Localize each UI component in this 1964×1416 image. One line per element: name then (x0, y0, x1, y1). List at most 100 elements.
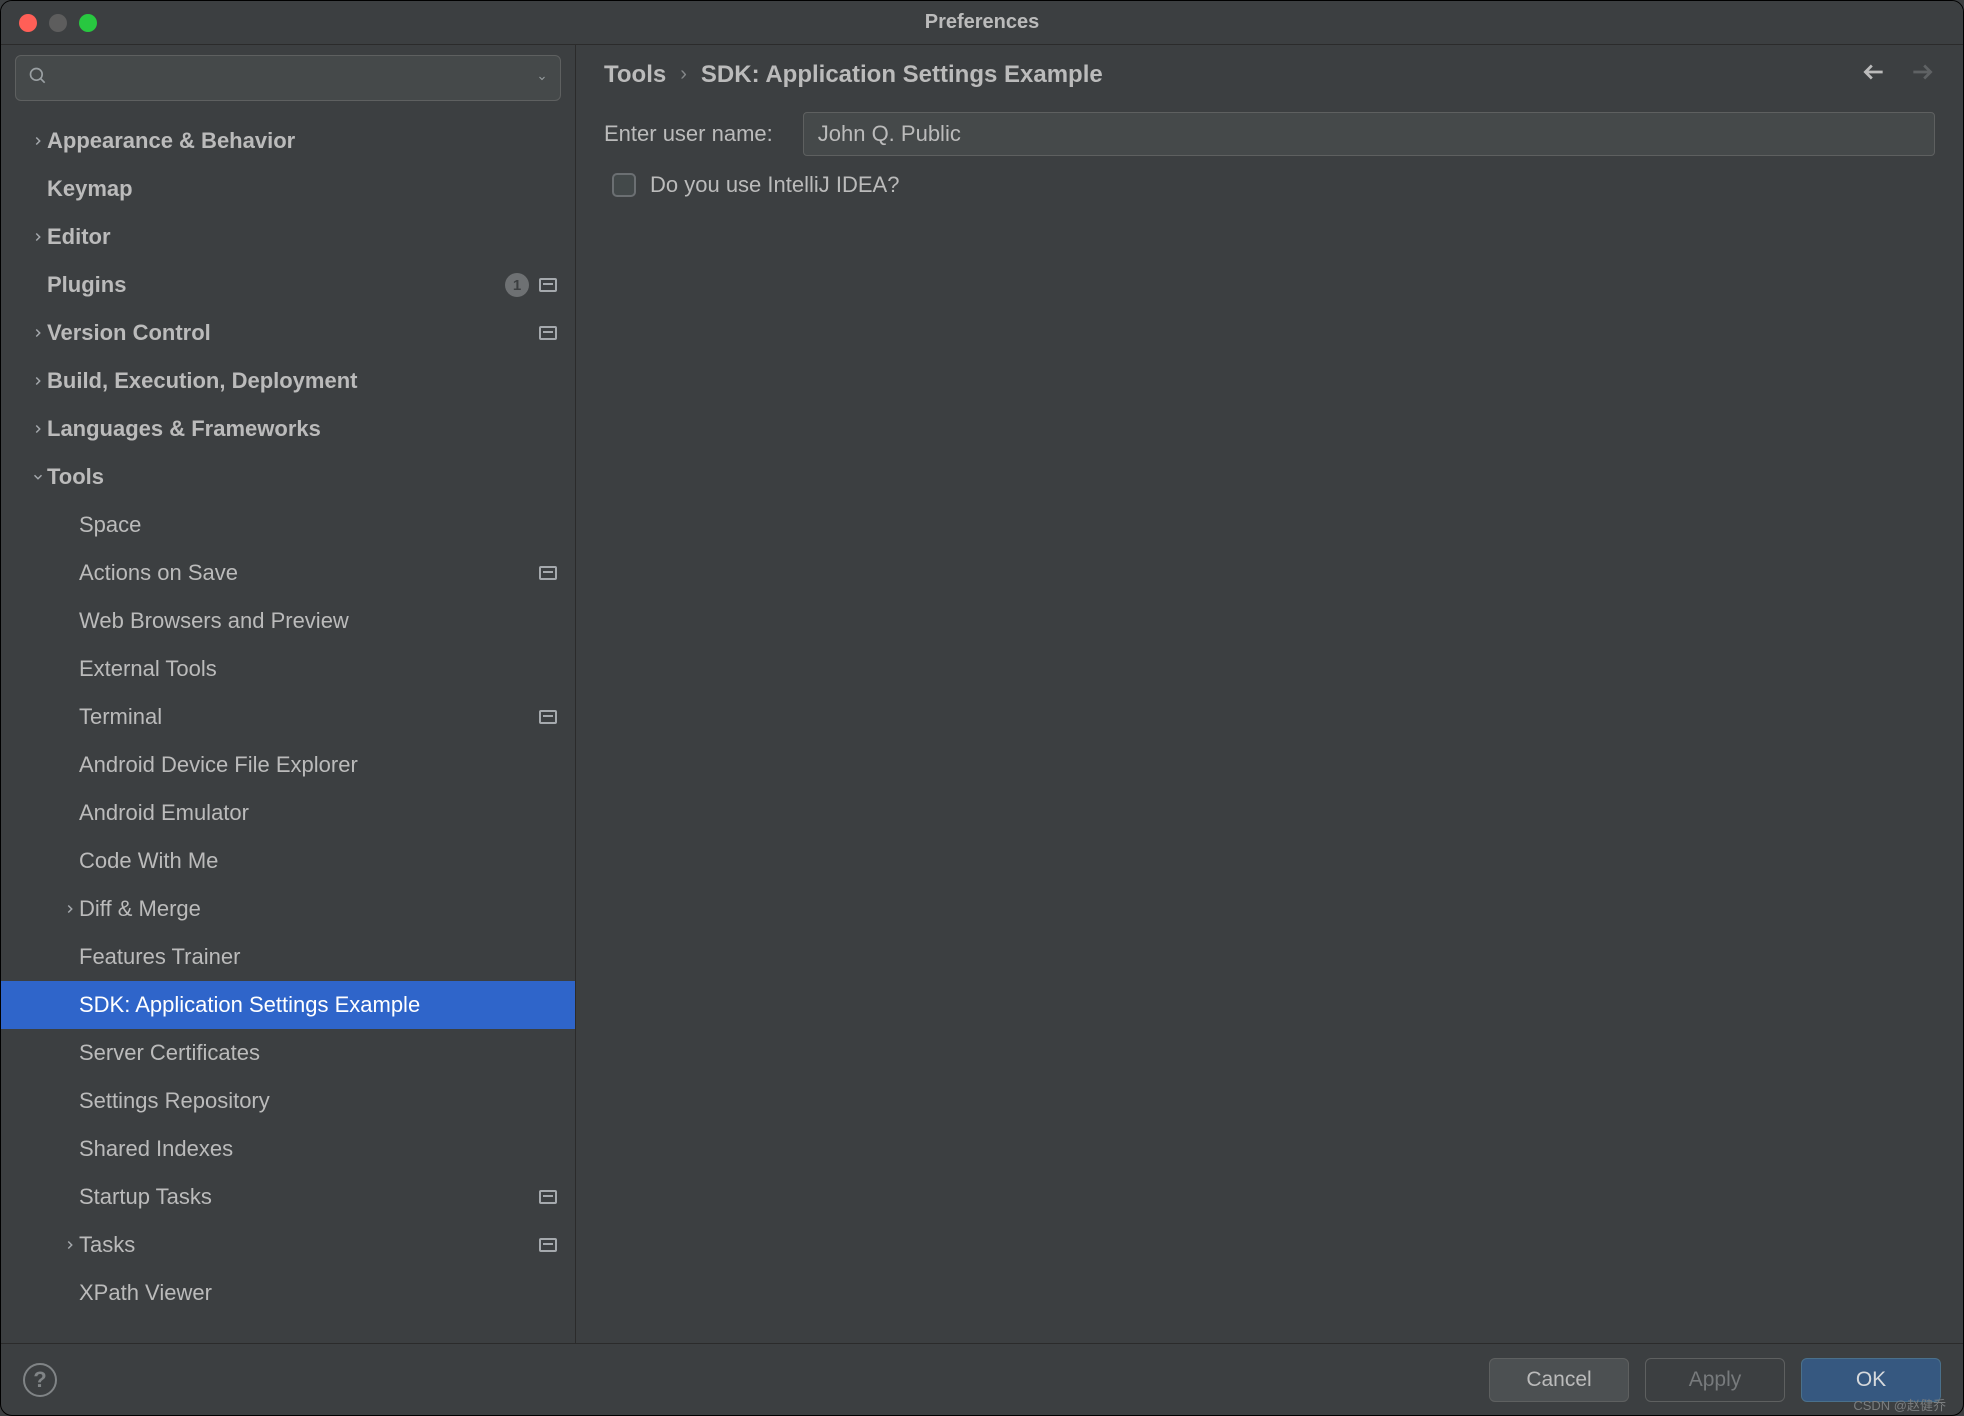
cancel-button[interactable]: Cancel (1489, 1358, 1629, 1402)
close-window-button[interactable] (19, 14, 37, 32)
chevron-down-icon[interactable] (29, 468, 47, 486)
maximize-window-button[interactable] (79, 14, 97, 32)
chevron-placeholder (61, 564, 79, 582)
count-badge: 1 (505, 273, 529, 297)
sidebar-item[interactable]: Languages & Frameworks (1, 405, 575, 453)
sidebar-item[interactable]: Build, Execution, Deployment (1, 357, 575, 405)
sidebar-item-label: Settings Repository (79, 1088, 557, 1114)
breadcrumb-leaf: SDK: Application Settings Example (701, 61, 1103, 89)
chevron-placeholder (61, 804, 79, 822)
chevron-placeholder (61, 852, 79, 870)
footer: ? Cancel Apply OK (1, 1343, 1963, 1415)
chevron-right-icon[interactable] (29, 324, 47, 342)
sidebar-item-label: Android Emulator (79, 800, 557, 826)
search-icon (28, 66, 48, 91)
window-title: Preferences (925, 11, 1040, 34)
sidebar-item-label: Features Trainer (79, 944, 557, 970)
sidebar-item[interactable]: Code With Me (1, 837, 575, 885)
chevron-placeholder (61, 708, 79, 726)
breadcrumb-root[interactable]: Tools (604, 61, 666, 89)
traffic-lights (1, 14, 97, 32)
chevron-placeholder (61, 516, 79, 534)
nav-back-button[interactable] (1861, 59, 1887, 90)
sidebar-item[interactable]: Server Certificates (1, 1029, 575, 1077)
sidebar-item-label: Appearance & Behavior (47, 128, 557, 154)
sidebar-item-label: Diff & Merge (79, 896, 557, 922)
sidebar-item[interactable]: Tools (1, 453, 575, 501)
chevron-placeholder (29, 276, 47, 294)
chevron-placeholder (61, 948, 79, 966)
sidebar-item[interactable]: Android Device File Explorer (1, 741, 575, 789)
chevron-right-icon[interactable] (29, 228, 47, 246)
sidebar-item[interactable]: XPath Viewer (1, 1269, 575, 1317)
chevron-right-icon[interactable] (29, 132, 47, 150)
project-scope-icon (539, 566, 557, 580)
help-button[interactable]: ? (23, 1363, 57, 1397)
sidebar-item[interactable]: Tasks (1, 1221, 575, 1269)
sidebar-item-label: Languages & Frameworks (47, 416, 557, 442)
sidebar-item-label: Keymap (47, 176, 557, 202)
chevron-right-icon[interactable] (61, 1236, 79, 1254)
sidebar-item[interactable]: Terminal (1, 693, 575, 741)
sidebar-item[interactable]: Space (1, 501, 575, 549)
search-input[interactable] (56, 67, 540, 90)
sidebar-item[interactable]: Settings Repository (1, 1077, 575, 1125)
watermark: CSDN @赵健乔 (1853, 1395, 1946, 1414)
chevron-right-icon: › (680, 63, 687, 86)
sidebar-item[interactable]: Appearance & Behavior (1, 117, 575, 165)
sidebar-item-label: Tasks (79, 1232, 539, 1258)
use-intellij-checkbox[interactable] (612, 173, 636, 197)
sidebar-item[interactable]: Android Emulator (1, 789, 575, 837)
sidebar-item-label: Editor (47, 224, 557, 250)
project-scope-icon (539, 1238, 557, 1252)
sidebar-item[interactable]: Editor (1, 213, 575, 261)
sidebar-item-label: Shared Indexes (79, 1136, 557, 1162)
settings-form: Enter user name: Do you use IntelliJ IDE… (576, 106, 1963, 204)
sidebar-item-label: External Tools (79, 656, 557, 682)
preferences-window: Preferences Appearance & Behavior Keymap E… (0, 0, 1964, 1416)
sidebar-item[interactable]: Version Control (1, 309, 575, 357)
chevron-right-icon[interactable] (29, 372, 47, 390)
sidebar-item-label: Space (79, 512, 557, 538)
chevron-placeholder (61, 756, 79, 774)
username-field[interactable] (803, 112, 1935, 156)
sidebar-item-label: Plugins (47, 272, 505, 298)
sidebar-item[interactable]: Web Browsers and Preview (1, 597, 575, 645)
settings-tree[interactable]: Appearance & Behavior Keymap Editor Plugins… (1, 111, 575, 1343)
chevron-right-icon[interactable] (29, 420, 47, 438)
chevron-placeholder (61, 1044, 79, 1062)
chevron-placeholder (61, 1092, 79, 1110)
sidebar-item[interactable]: SDK: Application Settings Example (1, 981, 575, 1029)
project-scope-icon (539, 326, 557, 340)
sidebar-item-label: Version Control (47, 320, 539, 346)
sidebar-item[interactable]: External Tools (1, 645, 575, 693)
sidebar-item-label: Build, Execution, Deployment (47, 368, 557, 394)
use-intellij-label: Do you use IntelliJ IDEA? (650, 172, 899, 198)
sidebar-item-label: SDK: Application Settings Example (79, 992, 557, 1018)
sidebar-item[interactable]: Diff & Merge (1, 885, 575, 933)
project-scope-icon (539, 1190, 557, 1204)
chevron-placeholder (61, 1284, 79, 1302)
sidebar-item[interactable]: Shared Indexes (1, 1125, 575, 1173)
nav-forward-button (1909, 59, 1935, 90)
sidebar-item[interactable]: Actions on Save (1, 549, 575, 597)
sidebar-item-label: XPath Viewer (79, 1280, 557, 1306)
chevron-placeholder (61, 1140, 79, 1158)
apply-button: Apply (1645, 1358, 1785, 1402)
chevron-placeholder (61, 996, 79, 1014)
chevron-placeholder (61, 1188, 79, 1206)
username-label: Enter user name: (604, 121, 773, 147)
sidebar-item-label: Actions on Save (79, 560, 539, 586)
sidebar-item[interactable]: Features Trainer (1, 933, 575, 981)
minimize-window-button[interactable] (49, 14, 67, 32)
sidebar-item[interactable]: Plugins1 (1, 261, 575, 309)
chevron-right-icon[interactable] (61, 900, 79, 918)
chevron-placeholder (61, 660, 79, 678)
sidebar-item[interactable]: Startup Tasks (1, 1173, 575, 1221)
search-input-container[interactable] (15, 55, 561, 101)
sidebar-item-label: Web Browsers and Preview (79, 608, 557, 634)
sidebar-item-label: Startup Tasks (79, 1184, 539, 1210)
project-scope-icon (539, 278, 557, 292)
sidebar-item[interactable]: Keymap (1, 165, 575, 213)
breadcrumb: Tools › SDK: Application Settings Exampl… (576, 45, 1963, 106)
